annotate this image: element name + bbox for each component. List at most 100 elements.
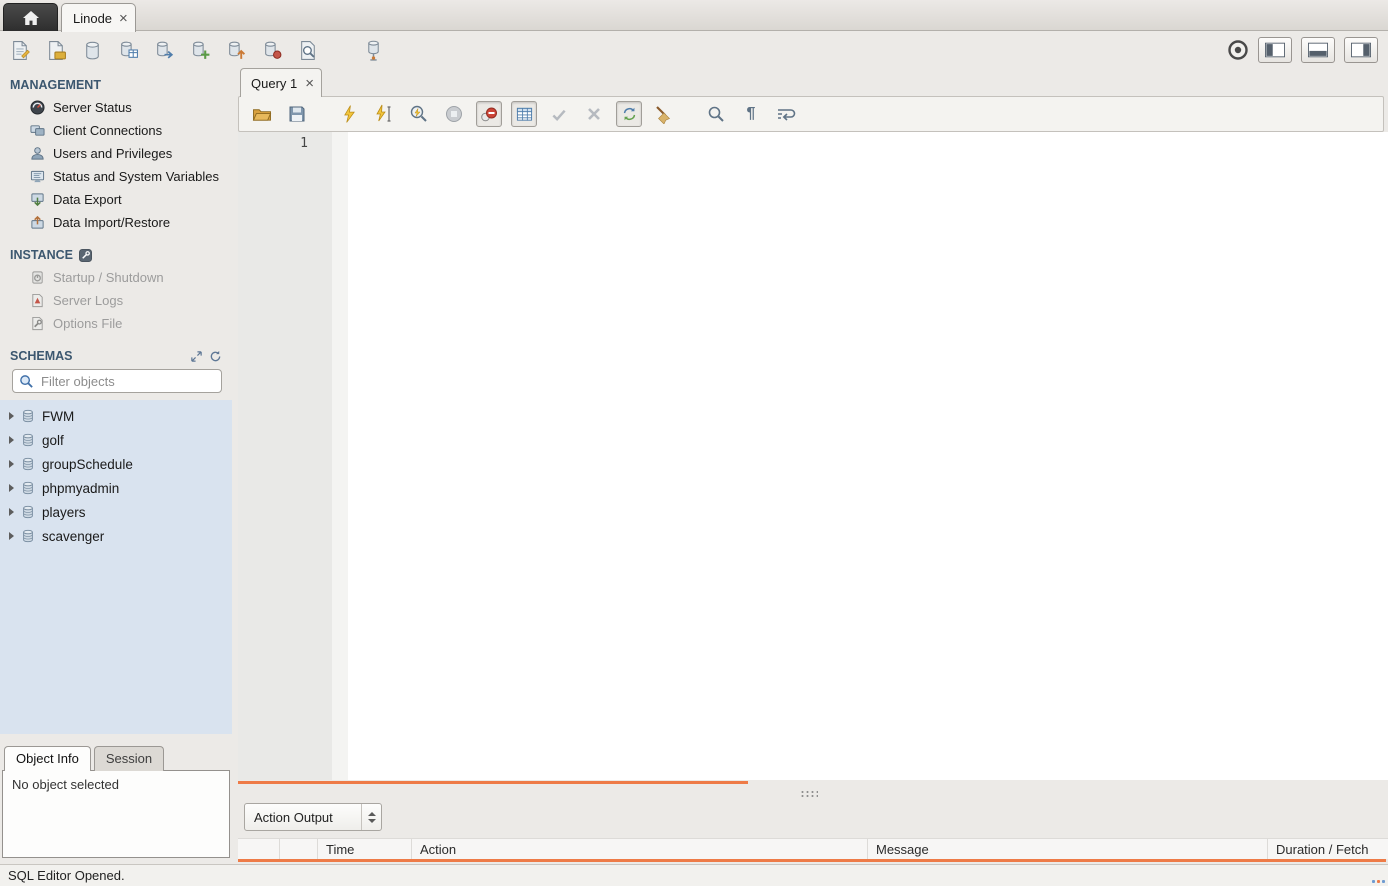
schema-item-groupschedule[interactable]: groupSchedule: [0, 452, 232, 476]
expander-caret-icon[interactable]: [9, 484, 14, 492]
toggle-left-sidebar-button[interactable]: [1258, 37, 1292, 63]
reconnect-dbms-button[interactable]: [363, 40, 384, 61]
new-procedure-button[interactable]: [190, 40, 211, 61]
output-col-status[interactable]: [280, 839, 318, 859]
output-col-duration[interactable]: Duration / Fetch: [1268, 839, 1388, 859]
output-col-action[interactable]: Action: [412, 839, 868, 859]
new-function-button[interactable]: [226, 40, 247, 61]
editor-scroll-accent: [238, 781, 748, 784]
editor-toolbar: ¶: [238, 96, 1384, 132]
output-view-select[interactable]: Action Output: [244, 803, 382, 831]
autocommit-toggle[interactable]: [616, 101, 642, 127]
pilcrow-icon: ¶: [747, 105, 756, 123]
client-connections-icon: [30, 123, 45, 138]
code-area[interactable]: [348, 132, 1388, 780]
sidebar-item-users-privileges[interactable]: Users and Privileges: [0, 142, 232, 165]
output-col-index[interactable]: [238, 839, 280, 859]
search-data-icon: [298, 40, 319, 61]
new-table-button[interactable]: [118, 40, 139, 61]
tab-session[interactable]: Session: [94, 746, 164, 771]
expander-caret-icon[interactable]: [9, 508, 14, 516]
toggle-output-panel-button[interactable]: [1301, 37, 1335, 63]
rollback-button[interactable]: [581, 101, 607, 127]
sidebar-item-server-logs[interactable]: Server Logs: [0, 289, 232, 312]
lightning-cursor-icon: [375, 104, 393, 124]
object-info-message: No object selected: [12, 777, 119, 792]
toggle-right-sidebar-button[interactable]: [1344, 37, 1378, 63]
schema-item-fwm[interactable]: FWM: [0, 404, 232, 428]
find-button[interactable]: [703, 101, 729, 127]
new-schema-button[interactable]: [82, 40, 103, 61]
schema-item-golf[interactable]: golf: [0, 428, 232, 452]
sql-code-editor[interactable]: 1: [238, 132, 1388, 780]
connection-status-icon[interactable]: [1227, 39, 1249, 61]
home-tab[interactable]: [3, 3, 58, 31]
query-tab[interactable]: Query 1 ×: [240, 68, 322, 97]
open-sql-script-button[interactable]: [46, 40, 67, 61]
refresh-schemas-icon[interactable]: [209, 350, 222, 363]
mysql-workbench-window: Linode ×: [0, 0, 1388, 886]
schema-db-icon: [21, 457, 35, 471]
search-icon: [19, 374, 34, 389]
expander-caret-icon[interactable]: [9, 460, 14, 468]
schema-item-phpmyadmin[interactable]: phpmyadmin: [0, 476, 232, 500]
schema-item-scavenger[interactable]: scavenger: [0, 524, 232, 548]
expander-caret-icon[interactable]: [9, 412, 14, 420]
info-tabs: Object Info Session: [2, 746, 230, 771]
save-icon: [288, 105, 306, 123]
expander-caret-icon[interactable]: [9, 436, 14, 444]
stop-button[interactable]: [441, 101, 467, 127]
magnifier-icon: [707, 105, 725, 123]
query-tab-label: Query 1: [251, 76, 297, 91]
expand-collapse-icon[interactable]: [190, 350, 203, 363]
output-accent-line: [238, 859, 1386, 862]
execute-button[interactable]: [336, 101, 362, 127]
new-query-tab-button[interactable]: [10, 40, 31, 61]
rollback-x-icon: [586, 106, 602, 122]
schema-db-icon: [21, 505, 35, 519]
wrap-text-toggle[interactable]: [773, 101, 799, 127]
sidebar-item-data-import[interactable]: Data Import/Restore: [0, 211, 232, 234]
connection-tab-linode[interactable]: Linode ×: [61, 3, 136, 32]
search-table-data-button[interactable]: [298, 40, 319, 61]
output-col-time[interactable]: Time: [318, 839, 412, 859]
sidebar-item-status-system-variables[interactable]: Status and System Variables: [0, 165, 232, 188]
sidebar-item-startup-shutdown[interactable]: Startup / Shutdown: [0, 266, 232, 289]
output-table-header: Time Action Message Duration / Fetch: [238, 838, 1388, 859]
sidebar-item-server-status[interactable]: Server Status: [0, 96, 232, 119]
system-variables-icon: [30, 169, 45, 184]
new-view-button[interactable]: [154, 40, 175, 61]
stop-icon: [445, 105, 463, 123]
sql-editor-area: Query 1 ×: [238, 68, 1388, 864]
output-col-message[interactable]: Message: [868, 839, 1268, 859]
save-script-button[interactable]: [284, 101, 310, 127]
splitter-grip[interactable]: [800, 790, 818, 798]
schema-item-players[interactable]: players: [0, 500, 232, 524]
limit-rows-toggle[interactable]: [511, 101, 537, 127]
clear-query-button[interactable]: [651, 101, 677, 127]
fold-margin: [332, 132, 348, 780]
explain-button[interactable]: [406, 101, 432, 127]
execute-current-button[interactable]: [371, 101, 397, 127]
instance-section-title: INSTANCE: [10, 248, 222, 263]
wrap-text-icon: [776, 106, 796, 122]
commit-check-icon: [550, 106, 568, 123]
tab-object-info[interactable]: Object Info: [4, 746, 91, 771]
sidebar-item-client-connections[interactable]: Client Connections: [0, 119, 232, 142]
stop-on-error-icon: [479, 105, 499, 123]
expander-caret-icon[interactable]: [9, 532, 14, 540]
commit-button[interactable]: [546, 101, 572, 127]
new-user-button[interactable]: [262, 40, 283, 61]
stop-on-error-toggle[interactable]: [476, 101, 502, 127]
invisible-chars-toggle[interactable]: ¶: [738, 101, 764, 127]
open-file-button[interactable]: [249, 101, 275, 127]
resize-grip[interactable]: [1372, 880, 1385, 883]
schema-db-icon: [21, 433, 35, 447]
close-icon[interactable]: ×: [305, 76, 314, 91]
sidebar-item-options-file[interactable]: Options File: [0, 312, 232, 335]
schema-filter-input[interactable]: [39, 373, 215, 390]
sidebar-item-data-export[interactable]: Data Export: [0, 188, 232, 211]
close-icon[interactable]: ×: [119, 11, 128, 26]
wrench-badge-icon: [79, 249, 92, 262]
select-spinner[interactable]: [361, 804, 381, 830]
